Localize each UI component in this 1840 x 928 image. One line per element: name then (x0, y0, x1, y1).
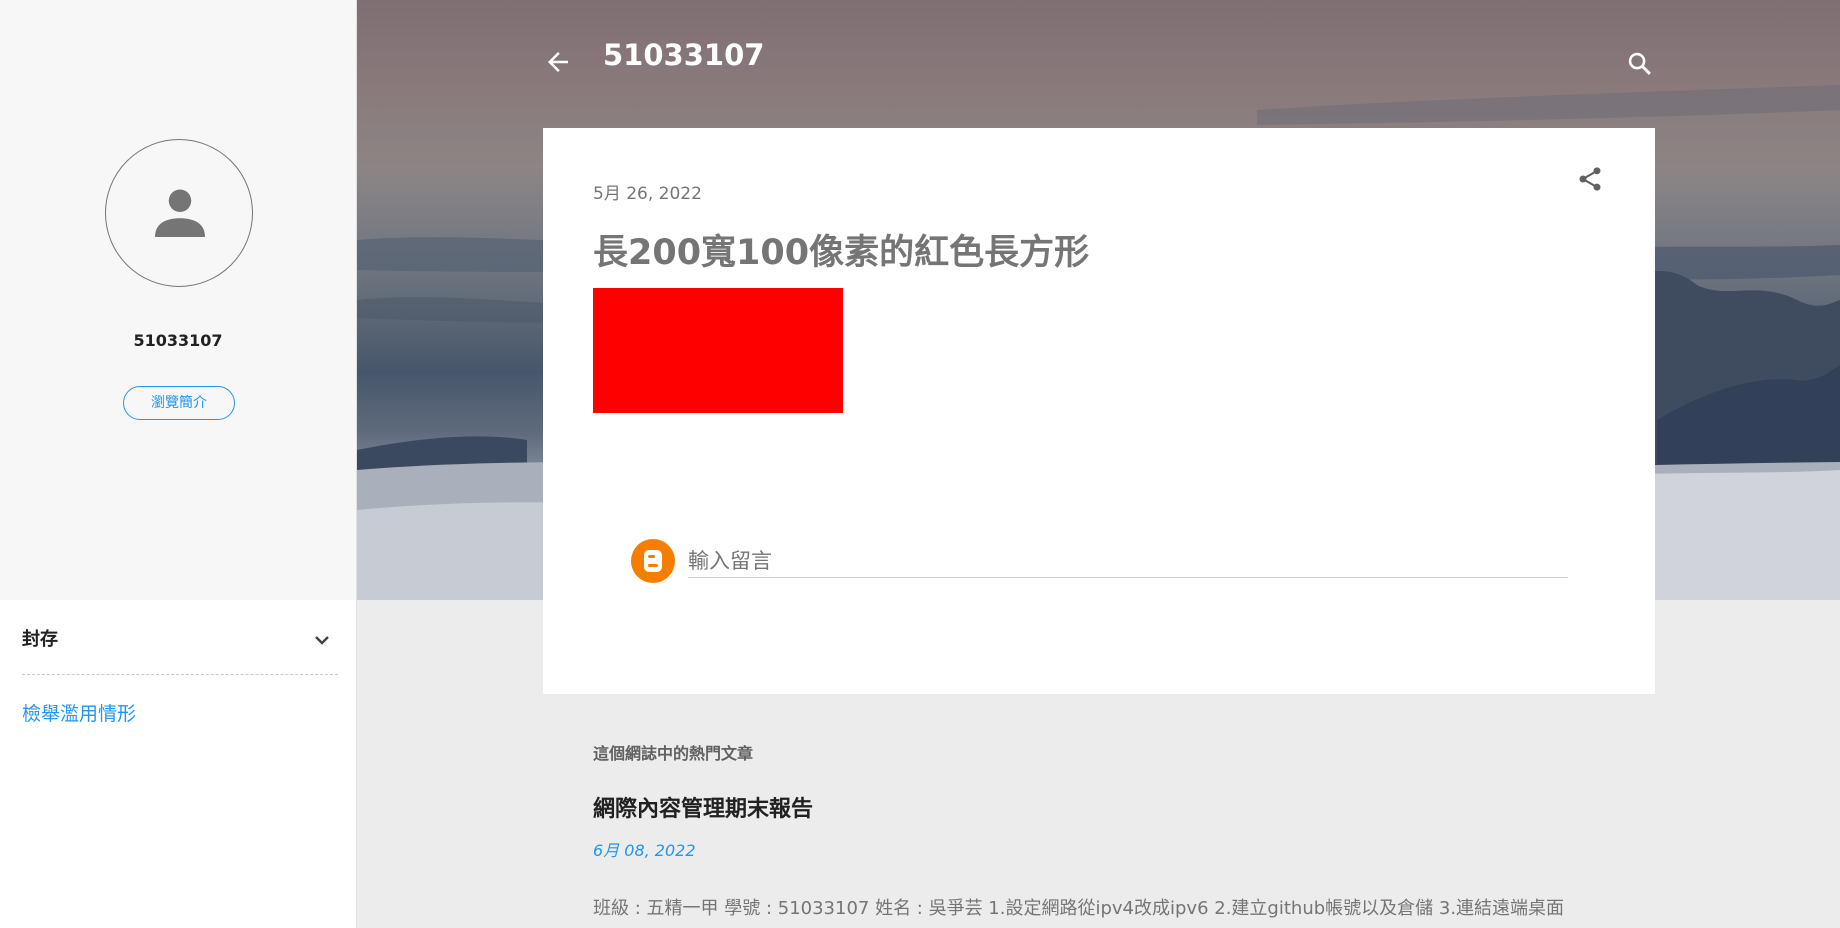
profile-section: 51033107 瀏覽簡介 (0, 0, 356, 600)
profile-name: 51033107 (133, 331, 223, 350)
chevron-down-icon[interactable] (310, 628, 334, 652)
archive-widget[interactable]: 封存 (22, 620, 338, 675)
blog-title[interactable]: 51033107 (603, 38, 764, 72)
view-profile-button[interactable]: 瀏覽簡介 (123, 386, 235, 420)
search-icon[interactable] (1626, 50, 1654, 78)
popular-post-title[interactable]: 網際內容管理期末報告 (593, 791, 813, 823)
popular-posts-heading: 這個網誌中的熱門文章 (593, 744, 754, 763)
comment-input[interactable] (688, 545, 1568, 578)
profile-avatar[interactable] (105, 139, 253, 287)
post-card: 5月 26, 2022 長200寬100像素的紅色長方形 (543, 128, 1655, 694)
post-date[interactable]: 5月 26, 2022 (593, 179, 702, 204)
archive-label: 封存 (22, 629, 58, 650)
sidebar: 51033107 瀏覽簡介 封存 檢舉濫用情形 (0, 0, 357, 928)
report-abuse-link[interactable]: 檢舉濫用情形 (22, 699, 136, 726)
share-icon[interactable] (1576, 165, 1604, 193)
post-title: 長200寬100像素的紅色長方形 (593, 233, 1090, 273)
blogger-icon (631, 539, 675, 583)
person-icon (155, 189, 205, 237)
red-rectangle (593, 288, 843, 413)
popular-post-date[interactable]: 6月 08, 2022 (593, 837, 696, 861)
arrow-back-icon[interactable] (543, 47, 573, 77)
popular-post-snippet: 班級 : 五精一甲 學號 : 51033107 姓名 : 吳爭芸 1.設定網路從… (593, 898, 1565, 919)
